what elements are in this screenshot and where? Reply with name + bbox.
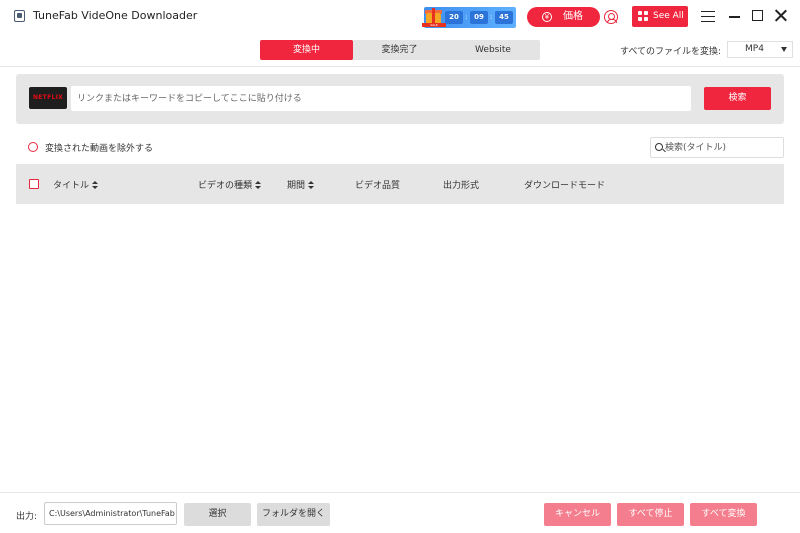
countdown-separator: : — [465, 13, 468, 21]
price-label: 価格 — [563, 11, 583, 22]
select-all-checkbox[interactable] — [29, 179, 39, 189]
convert-all-label: すべてのファイルを変換: — [620, 47, 722, 57]
table-header: タイトル ビデオの種類 期間 ビデオ品質 出力形式 ダウンロードモード — [16, 164, 784, 204]
chevron-down-icon — [781, 47, 787, 52]
tab-website[interactable]: Website — [446, 40, 540, 60]
title-bar: TuneFab VideOne Downloader SALE 20 : 09 … — [0, 0, 800, 34]
search-panel: NETFLIX 検索 — [16, 74, 784, 124]
column-video-type-label: ビデオの種類 — [198, 181, 253, 191]
tab-bar: 変換中 変換完了 Website — [260, 40, 540, 60]
tab-converted[interactable]: 変換完了 — [353, 40, 446, 60]
countdown-separator: : — [490, 13, 493, 21]
divider — [0, 66, 800, 67]
sort-icon — [308, 181, 315, 190]
title-search-box[interactable] — [650, 137, 784, 158]
select-folder-button[interactable]: 選択 — [184, 503, 251, 526]
column-video-type[interactable]: ビデオの種類 — [198, 178, 262, 191]
column-title[interactable]: タイトル — [53, 178, 99, 191]
see-all-button[interactable]: See All — [632, 6, 688, 27]
sort-icon — [255, 181, 262, 190]
netflix-logo[interactable]: NETFLIX — [29, 87, 67, 109]
countdown-hours: 20 — [445, 11, 463, 24]
price-button[interactable]: ¥ 価格 — [527, 7, 600, 27]
column-duration-label: 期間 — [287, 181, 306, 191]
url-input[interactable] — [71, 86, 691, 111]
maximize-icon[interactable] — [752, 10, 763, 21]
convert-all-button[interactable]: すべて変換 — [690, 503, 757, 526]
see-all-label: See All — [653, 11, 684, 21]
sort-icon — [92, 181, 99, 190]
footer-bar: 出力: C:\Users\Administrator\TuneFab 選択 フォ… — [0, 492, 800, 533]
format-select-value: MP4 — [745, 44, 764, 54]
gift-label: SALE — [422, 23, 446, 27]
output-path-field[interactable]: C:\Users\Administrator\TuneFab — [44, 502, 177, 525]
column-download-mode: ダウンロードモード — [524, 181, 606, 191]
column-output-format: 出力形式 — [443, 181, 480, 191]
format-select[interactable]: MP4 — [727, 41, 793, 58]
user-icon[interactable] — [604, 10, 618, 24]
output-label: 出力: — [16, 512, 38, 522]
search-icon — [655, 143, 663, 151]
app-logo-icon — [14, 10, 25, 22]
close-icon[interactable] — [774, 9, 787, 22]
promo-countdown[interactable]: SALE 20 : 09 : 45 — [422, 5, 516, 28]
open-folder-button[interactable]: フォルダを開く — [257, 503, 330, 526]
column-video-quality: ビデオ品質 — [355, 181, 401, 191]
stop-all-button[interactable]: すべて停止 — [617, 503, 684, 526]
app-title: TuneFab VideOne Downloader — [33, 9, 198, 22]
column-title-label: タイトル — [53, 181, 90, 191]
price-icon: ¥ — [542, 12, 552, 22]
exclude-converted-label[interactable]: 変換された動画を除外する — [45, 141, 153, 154]
exclude-converted-radio[interactable] — [28, 142, 38, 152]
title-search-input[interactable] — [665, 139, 780, 156]
column-duration[interactable]: 期間 — [287, 178, 315, 191]
search-button[interactable]: 検索 — [704, 87, 771, 110]
tab-converting[interactable]: 変換中 — [260, 40, 353, 60]
gift-icon: SALE — [422, 5, 446, 27]
countdown-seconds: 45 — [495, 11, 513, 24]
grid-icon — [638, 11, 649, 22]
minimize-icon[interactable] — [729, 16, 740, 18]
countdown-minutes: 09 — [470, 11, 488, 24]
cancel-button[interactable]: キャンセル — [544, 503, 611, 526]
menu-icon[interactable] — [701, 11, 715, 22]
